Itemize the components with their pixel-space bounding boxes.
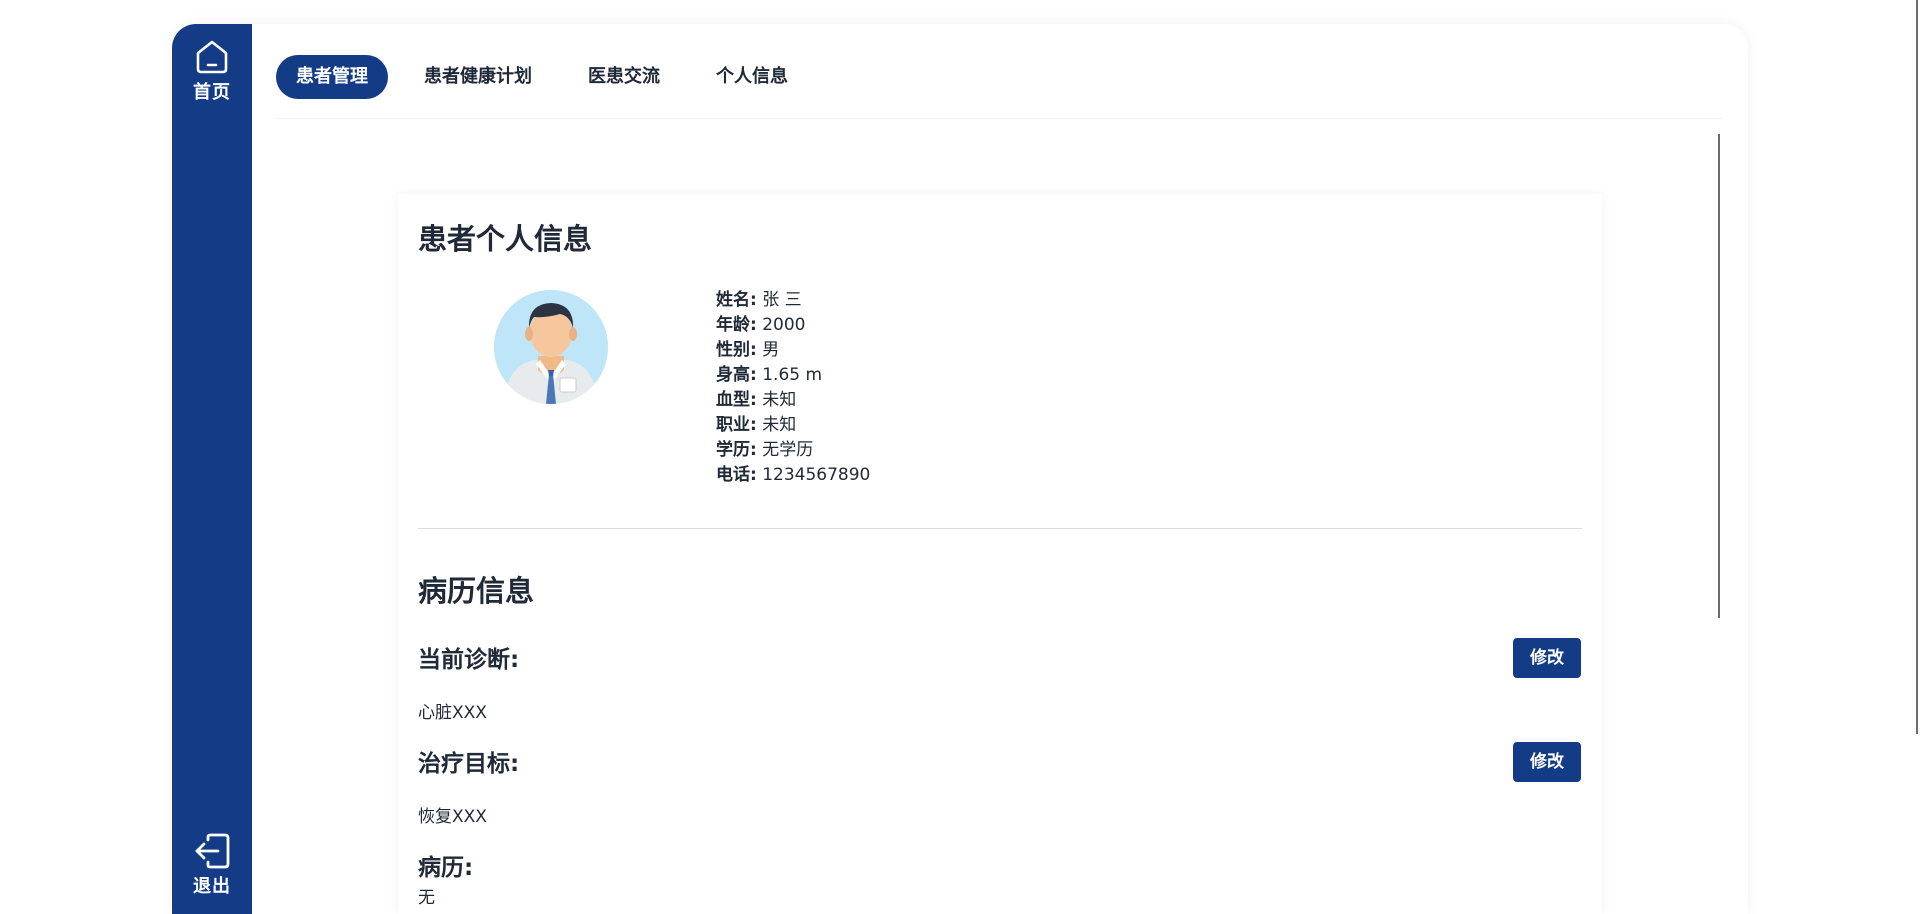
diagnosis-value: 心脏XXX (418, 703, 487, 723)
logout-button[interactable]: 退出 (172, 832, 252, 898)
history-value: 无 (418, 888, 435, 908)
app-window: 首页 退出 患者管理 患者健康计划 医患交流 个人信息 患者个人信息 姓名: 张… (172, 24, 1748, 914)
field-occupation: 职业: 未知 (716, 415, 797, 435)
section-divider (418, 528, 1582, 529)
doctor-avatar-icon (494, 290, 608, 404)
logout-icon (195, 833, 230, 869)
field-gender: 性别: 男 (716, 340, 780, 360)
avatar (494, 290, 608, 404)
patient-card: 患者个人信息 姓名: 张 三 年龄: 2000 性别: 男 身高: 1.65 m… (398, 194, 1602, 914)
top-nav-divider (276, 118, 1722, 119)
field-education: 学历: 无学历 (716, 440, 814, 460)
edit-diagnosis-button[interactable]: 修改 (1513, 638, 1581, 678)
tab-communication[interactable]: 医患交流 (568, 55, 680, 99)
history-label: 病历: (418, 855, 474, 881)
field-age: 年龄: 2000 (716, 315, 806, 335)
goal-label: 治疗目标: (418, 751, 520, 777)
tab-patient-management[interactable]: 患者管理 (276, 55, 388, 99)
field-phone: 电话: 1234567890 (716, 465, 871, 485)
profile-fields: 姓名: 张 三 年龄: 2000 性别: 男 身高: 1.65 m 血型: 未知… (716, 288, 870, 488)
content-scrollbar[interactable] (1718, 134, 1720, 618)
home-label: 首页 (193, 82, 231, 103)
page-scrollbar[interactable] (1916, 0, 1918, 734)
sidebar: 首页 退出 (172, 24, 252, 914)
field-height: 身高: 1.65 m (716, 365, 823, 385)
record-title: 病历信息 (418, 574, 535, 608)
goal-value: 恢复XXX (418, 807, 487, 827)
top-nav: 患者管理 患者健康计划 医患交流 个人信息 (276, 55, 824, 99)
field-name: 姓名: 张 三 (716, 290, 802, 310)
tab-personal-info[interactable]: 个人信息 (696, 55, 808, 99)
field-blood-type: 血型: 未知 (716, 390, 797, 410)
logout-label: 退出 (193, 876, 231, 897)
profile-title: 患者个人信息 (418, 222, 593, 256)
home-button[interactable]: 首页 (172, 38, 252, 104)
home-icon (196, 40, 228, 74)
edit-goal-button[interactable]: 修改 (1513, 742, 1581, 782)
diagnosis-label: 当前诊断: (418, 647, 520, 673)
tab-health-plan[interactable]: 患者健康计划 (404, 55, 552, 99)
